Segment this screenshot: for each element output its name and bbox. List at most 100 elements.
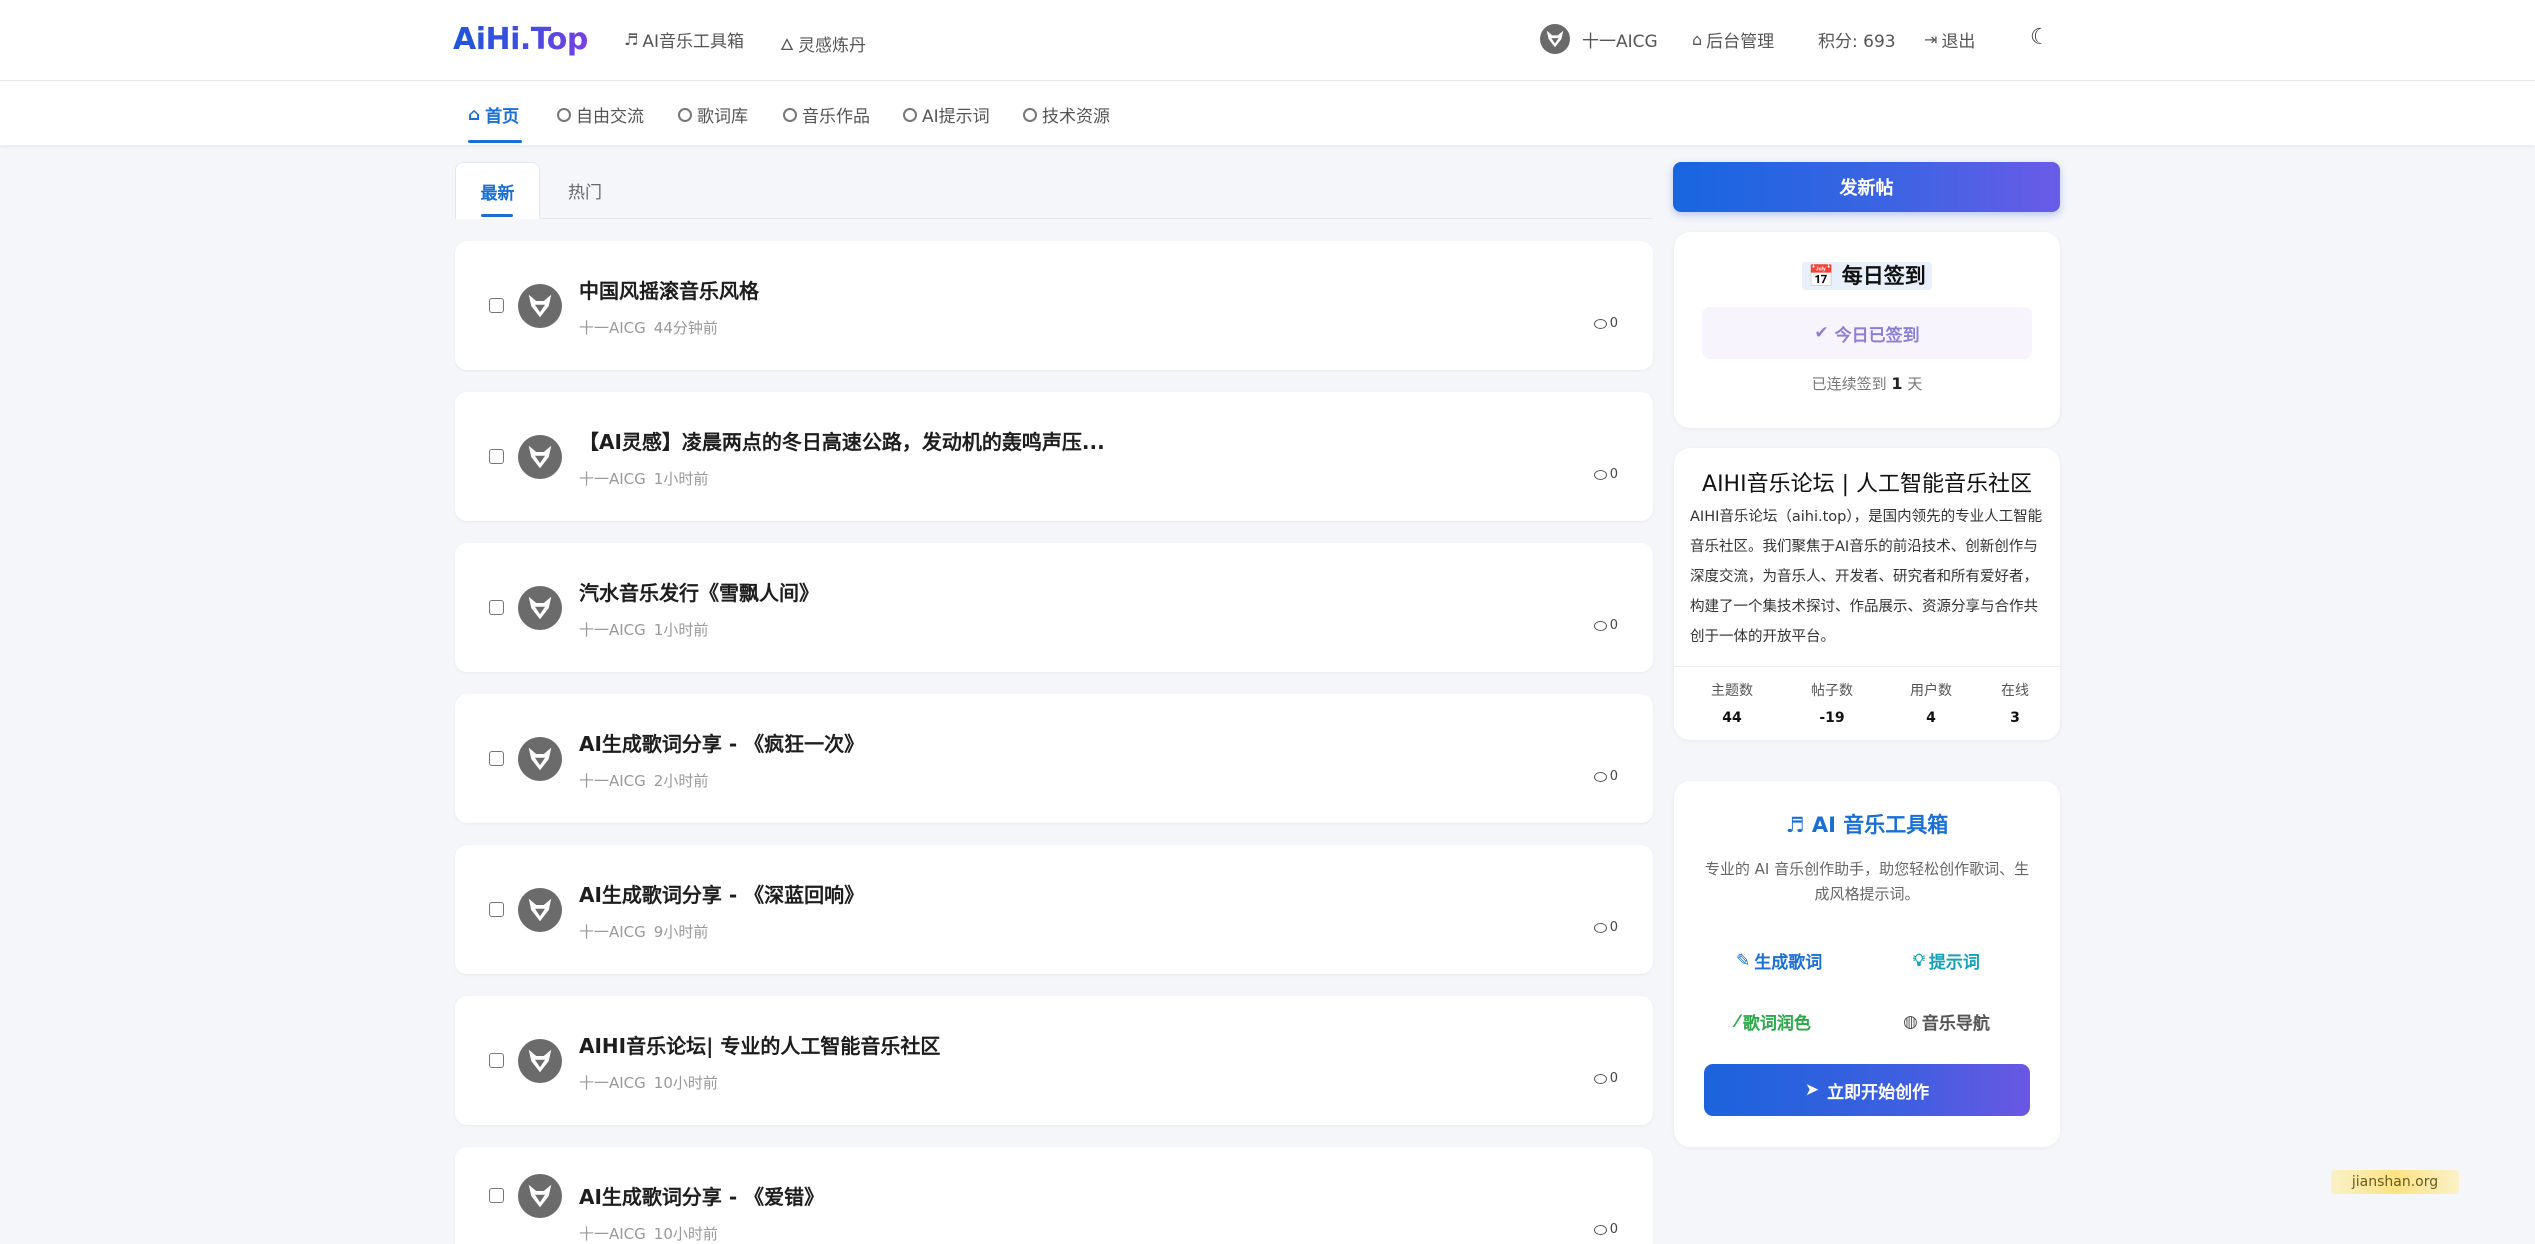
stat-value: 44	[1722, 710, 1742, 726]
stat-online: 在线 3	[1980, 680, 2050, 726]
post-author[interactable]: 十一AICG	[579, 921, 646, 942]
rocket-icon: ➤	[1804, 1080, 1820, 1100]
nav-link-label: 灵感炼丹	[797, 36, 866, 56]
comment-count: 0	[1593, 1222, 1618, 1237]
stat-users: 用户数 4	[1896, 680, 1966, 726]
post-card[interactable]: 汽水音乐发行《雪飘人间》 十一AICG 1小时前 0	[455, 543, 1653, 672]
user-name-link[interactable]: 十一AICG	[1582, 27, 1658, 52]
post-card[interactable]: 【AI灵感】凌晨两点的冬日高速公路，发动机的轰鸣声压... 十一AICG 1小时前…	[455, 392, 1653, 521]
new-post-button[interactable]: 发新帖	[1673, 162, 2060, 212]
post-time: 9小时前	[653, 923, 709, 941]
logout-link[interactable]: ⇥ 退出	[1924, 27, 1975, 52]
post-card[interactable]: AIHI音乐论坛| 专业的人工智能音乐社区 十一AICG 10小时前 0	[455, 996, 1653, 1125]
post-checkbox[interactable]	[489, 750, 504, 766]
author-avatar[interactable]	[518, 1038, 562, 1083]
circle-icon	[557, 107, 571, 122]
category-label: 音乐作品	[802, 107, 870, 127]
tool-prompts[interactable]: 💡︎ 提示词	[1913, 948, 1980, 974]
author-avatar[interactable]	[518, 585, 562, 630]
post-title[interactable]: AIHI音乐论坛| 专业的人工智能音乐社区	[579, 1030, 940, 1059]
post-card[interactable]: AI生成歌词分享 - 《疯狂一次》 十一AICG 2小时前 0	[455, 694, 1653, 823]
tool-music-nav[interactable]: ◍ 音乐导航	[1903, 1009, 1990, 1035]
nav-link-music-toolbox[interactable]: ♬ AI音乐工具箱	[624, 27, 744, 52]
comment-icon	[1593, 318, 1607, 329]
home-icon: ⌂	[468, 104, 481, 125]
post-author[interactable]: 十一AICG	[579, 317, 646, 338]
post-card[interactable]: AI生成歌词分享 - 《深蓝回响》 十一AICG 9小时前 0	[455, 845, 1653, 974]
tab-latest[interactable]: 最新	[455, 162, 540, 219]
post-author[interactable]: 十一AICG	[579, 1072, 646, 1093]
post-time: 10小时前	[653, 1074, 718, 1092]
circle-icon	[903, 107, 917, 122]
circle-icon	[783, 107, 797, 122]
category-ai-prompts[interactable]: AI提示词	[903, 102, 990, 127]
comment-count-value: 0	[1609, 769, 1618, 784]
category-free-talk[interactable]: 自由交流	[557, 102, 644, 127]
fox-avatar-icon	[528, 596, 552, 619]
stat-posts: 帖子数 -19	[1797, 680, 1867, 726]
author-avatar[interactable]	[518, 434, 562, 479]
post-title[interactable]: 汽水音乐发行《雪飘人间》	[579, 577, 819, 606]
tool-generate-lyrics[interactable]: ✎ 生成歌词	[1736, 948, 1822, 974]
post-author[interactable]: 十一AICG	[579, 770, 646, 791]
start-creating-button[interactable]: ➤ 立即开始创作	[1704, 1064, 2030, 1116]
site-logo[interactable]: AiHi.Top	[453, 22, 588, 57]
post-author[interactable]: 十一AICG	[579, 468, 646, 489]
post-card[interactable]: 中国风摇滚音乐风格 十一AICG 44分钟前 0	[455, 241, 1653, 370]
category-home[interactable]: ⌂ 首页	[468, 102, 519, 128]
post-title[interactable]: AI生成歌词分享 - 《爱错》	[579, 1181, 824, 1210]
stat-label: 帖子数	[1811, 683, 1853, 699]
calendar-check-icon: 📅	[1808, 264, 1835, 288]
post-time: 2小时前	[653, 772, 709, 790]
post-time: 10小时前	[653, 1225, 718, 1243]
author-avatar[interactable]	[518, 1174, 562, 1218]
post-title[interactable]: 中国风摇滚音乐风格	[579, 275, 759, 304]
post-checkbox[interactable]	[489, 448, 504, 464]
checkin-status-text: 今日已签到	[1834, 325, 1920, 346]
stat-value: 3	[2010, 710, 2020, 726]
comment-count-value: 0	[1609, 1071, 1618, 1086]
comment-icon	[1593, 469, 1607, 480]
post-checkbox[interactable]	[489, 1188, 504, 1203]
comment-count: 0	[1593, 618, 1618, 633]
author-avatar[interactable]	[518, 283, 562, 328]
author-avatar[interactable]	[518, 736, 562, 781]
category-music-works[interactable]: 音乐作品	[783, 102, 870, 127]
nav-link-inspiration[interactable]: 🜂 灵感炼丹	[780, 27, 866, 60]
user-avatar[interactable]	[1540, 24, 1570, 54]
about-card: AIHI音乐论坛 | 人工智能音乐社区 AIHI音乐论坛（aihi.top），是…	[1674, 448, 2060, 740]
tool-polish-lyrics[interactable]: ⁄ 歌词润色	[1736, 1009, 1811, 1035]
toolbox-title-text: AI 音乐工具箱	[1811, 813, 1949, 837]
post-checkbox[interactable]	[489, 599, 504, 615]
post-card[interactable]: AI生成歌词分享 - 《爱错》 十一AICG 10小时前 0	[455, 1147, 1653, 1244]
moon-icon[interactable]: ☾	[2030, 25, 2050, 50]
comment-count-value: 0	[1609, 467, 1618, 482]
stat-label: 在线	[2001, 683, 2029, 699]
post-author[interactable]: 十一AICG	[579, 1223, 646, 1244]
author-avatar[interactable]	[518, 887, 562, 932]
comment-count-value: 0	[1609, 1222, 1618, 1237]
post-title[interactable]: AI生成歌词分享 - 《深蓝回响》	[579, 879, 864, 908]
checkin-card: 📅 每日签到 ✔ 今日已签到 已连续签到 1 天	[1674, 232, 2060, 428]
post-title[interactable]: 【AI灵感】凌晨两点的冬日高速公路，发动机的轰鸣声压...	[579, 426, 1105, 455]
fire-icon: 🜂	[780, 35, 794, 54]
streak-suffix: 天	[1907, 375, 1923, 393]
post-checkbox[interactable]	[489, 1052, 504, 1068]
start-button-label: 立即开始创作	[1827, 1082, 1930, 1103]
category-lyrics[interactable]: 歌词库	[678, 102, 748, 127]
post-title[interactable]: AI生成歌词分享 - 《疯狂一次》	[579, 728, 864, 757]
comment-count-value: 0	[1609, 920, 1618, 935]
post-checkbox[interactable]	[489, 901, 504, 917]
admin-link[interactable]: ⌂ 后台管理	[1692, 27, 1774, 52]
comment-icon	[1593, 620, 1607, 631]
post-author[interactable]: 十一AICG	[579, 619, 646, 640]
post-checkbox[interactable]	[489, 297, 504, 313]
music-note-icon: ♬	[624, 30, 639, 49]
globe-icon: ◍	[1903, 1011, 1918, 1032]
checkin-status-button[interactable]: ✔ 今日已签到	[1702, 307, 2032, 359]
logout-icon: ⇥	[1924, 30, 1938, 49]
fox-avatar-icon	[528, 898, 552, 921]
fox-avatar-icon	[528, 294, 552, 317]
tab-hot[interactable]: 热门	[555, 162, 615, 219]
category-tech-resources[interactable]: 技术资源	[1023, 102, 1110, 127]
